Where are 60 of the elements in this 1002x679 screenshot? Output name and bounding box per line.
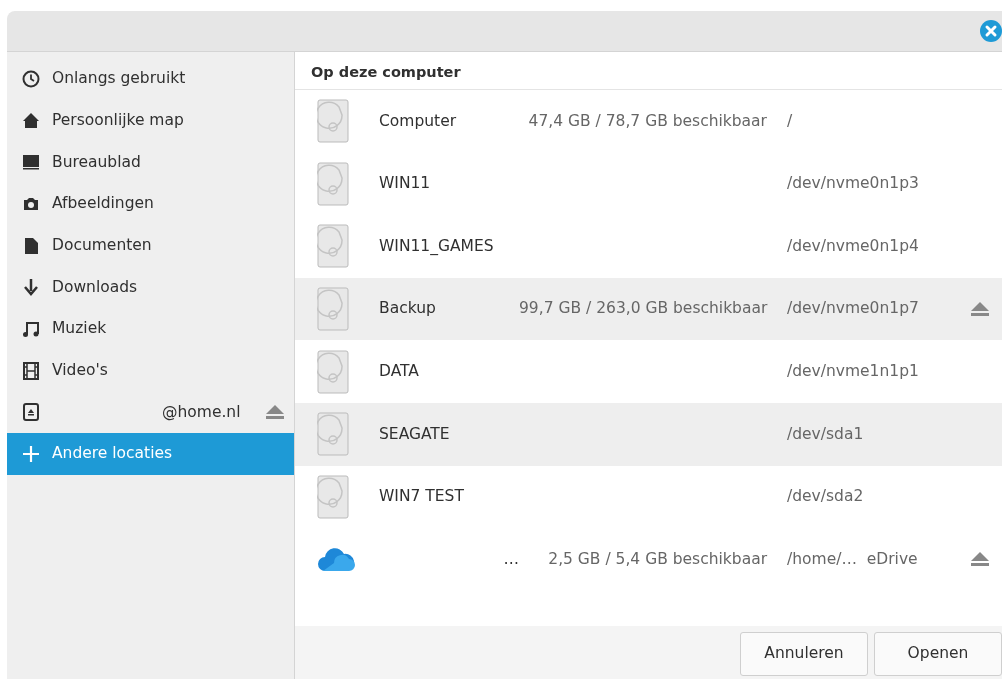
location-name: … xyxy=(502,548,519,570)
location-row[interactable]: Computer 47,4 GB / 78,7 GB beschikbaar / xyxy=(295,90,1002,153)
sidebar-item[interactable]: Documenten xyxy=(7,224,294,267)
location-name: DATA xyxy=(379,361,420,383)
eject-icon[interactable] xyxy=(970,300,990,317)
drive-icon xyxy=(317,224,349,269)
sidebar-item[interactable]: Onlangs gebruikt xyxy=(7,58,294,100)
drive-icon xyxy=(317,99,349,144)
eject-icon[interactable] xyxy=(970,551,990,568)
drive-icon xyxy=(317,161,349,206)
sidebar-item[interactable]: Bureaublad xyxy=(7,141,294,184)
location-row[interactable]: SEAGATE /dev/sda1 xyxy=(295,402,1002,466)
free-space: 2,5 GB / 5,4 GB beschikbaar xyxy=(547,548,767,570)
device-path: /dev/nvme1n1p1 xyxy=(786,361,920,383)
location-name: WIN11 xyxy=(379,173,432,195)
location-row[interactable]: DATA /dev/nvme1n1p1 xyxy=(295,340,1002,403)
location-name: SEAGATE xyxy=(379,423,451,445)
device-path: /home/… eDrive xyxy=(786,548,919,570)
sidebar-item[interactable]: Video's xyxy=(7,349,294,392)
monitor-icon xyxy=(22,153,40,172)
location-row[interactable]: Backup 99,7 GB / 263,0 GB beschikbaar /dev/nvme0n1p7 xyxy=(295,277,1002,341)
sidebar-item[interactable]: Persoonlijke map xyxy=(7,99,294,142)
location-row[interactable]: WIN11_GAMES /dev/nvme0n1p4 xyxy=(295,215,1002,278)
section-title: Op deze computer xyxy=(295,52,1002,90)
location-name: Computer xyxy=(379,110,458,132)
device-path: /dev/sda2 xyxy=(786,486,865,508)
cancel-button[interactable]: Annuleren xyxy=(740,631,868,676)
device-path: /dev/nvme0n1p3 xyxy=(786,173,920,195)
film-icon xyxy=(22,361,40,380)
location-row[interactable]: … 2,5 GB / 5,4 GB beschikbaar /home/… eDrive xyxy=(295,528,1002,591)
sidebar-item[interactable]: Afbeeldingen xyxy=(7,183,294,225)
drive-icon xyxy=(317,412,349,457)
close-icon[interactable] xyxy=(980,20,1002,42)
device-path: /dev/nvme0n1p4 xyxy=(786,235,920,257)
device-path: /dev/sda1 xyxy=(786,423,865,445)
plus-icon xyxy=(22,445,40,464)
drive-icon xyxy=(317,474,349,519)
free-space: 47,4 GB / 78,7 GB beschikbaar xyxy=(527,110,767,132)
drive-icon xyxy=(317,349,349,394)
open-button[interactable]: Openen xyxy=(874,631,1002,676)
sidebar-item[interactable]: Muziek xyxy=(7,308,294,350)
document-icon xyxy=(22,236,40,255)
location-name: WIN7 TEST xyxy=(379,486,465,508)
home-icon xyxy=(22,111,40,130)
sidebar-item[interactable]: @home.nl xyxy=(7,391,294,434)
location-row[interactable]: WIN11 /dev/nvme0n1p3 xyxy=(295,152,1002,216)
device-path: /dev/nvme0n1p7 xyxy=(786,298,920,320)
clock-icon xyxy=(22,69,40,88)
free-space: 99,7 GB / 263,0 GB beschikbaar xyxy=(519,298,767,320)
eject-icon[interactable] xyxy=(264,404,285,421)
music-note-icon xyxy=(22,319,40,338)
location-name: Backup xyxy=(379,298,437,320)
drive-icon xyxy=(317,287,349,332)
sidebar-item[interactable]: Downloads xyxy=(7,266,294,309)
cloud-icon xyxy=(317,546,355,573)
location-row[interactable]: WIN7 TEST /dev/sda2 xyxy=(295,465,1002,529)
device-path: / xyxy=(786,110,794,132)
download-icon xyxy=(22,278,40,297)
mounted-drive-icon xyxy=(22,403,40,422)
location-name: WIN11_GAMES xyxy=(379,235,495,257)
